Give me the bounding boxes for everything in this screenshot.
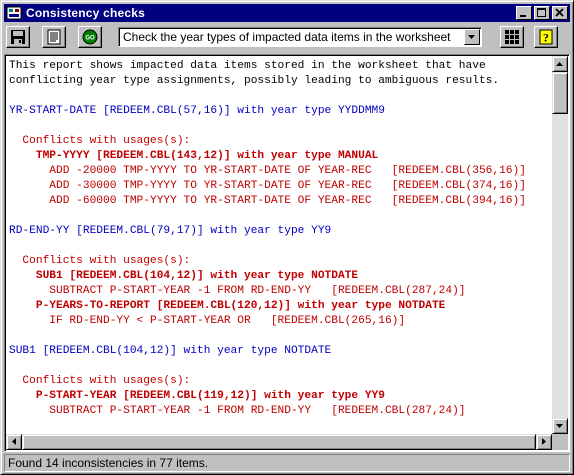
report-heading-line: YR-START-DATE [REDEEM.CBL(57,16)] with y…: [9, 105, 385, 117]
report-line: conflicting year type assignments, possi…: [9, 75, 500, 87]
check-type-selected: Check the year types of impacted data it…: [123, 30, 451, 44]
close-icon: [555, 8, 564, 17]
save-icon: [11, 30, 25, 44]
report-line: [9, 119, 549, 134]
print-button[interactable]: [42, 26, 66, 48]
report-conflict-line: ADD -60000 TMP-YYYY TO YR-START-DATE OF …: [9, 195, 526, 207]
report-conflict-line: Conflicts with usages(s):: [9, 135, 191, 147]
arrow-left-icon: [12, 438, 16, 445]
report-conflict-line: ADD -30000 TMP-YYYY TO YR-START-DATE OF …: [9, 180, 526, 192]
grid-icon: [505, 30, 519, 44]
save-button[interactable]: [6, 26, 30, 48]
print-icon: [47, 29, 61, 45]
maximize-button[interactable]: [534, 6, 550, 20]
help-button[interactable]: ?: [534, 26, 558, 48]
report-conflict-line: IF RD-END-YY < P-START-YEAR OR [REDEEM.C…: [9, 315, 406, 327]
help-icon: ?: [539, 29, 553, 45]
arrow-down-icon: [556, 424, 563, 428]
status-text: Found 14 inconsistencies in 77 items.: [8, 456, 209, 470]
report-conflict-line: P-YEARS-TO-REPORT [REDEEM.CBL(120,12)] w…: [9, 300, 446, 312]
go-icon: GO: [82, 29, 98, 45]
vertical-scroll-thumb[interactable]: [552, 72, 568, 114]
vertical-scrollbar[interactable]: [552, 56, 568, 434]
report-line: [9, 239, 549, 254]
horizontal-scroll-thumb[interactable]: [22, 434, 536, 450]
window-title: Consistency checks: [26, 6, 145, 20]
status-bar: Found 14 inconsistencies in 77 items.: [4, 454, 570, 472]
report-line: [9, 89, 549, 104]
scroll-right-button[interactable]: [536, 434, 552, 450]
report-line: [9, 329, 549, 344]
toolbar: GO Check the year types of impacted data…: [4, 24, 570, 52]
report-heading-line: SUB1 [REDEEM.CBL(104,12)] with year type…: [9, 345, 332, 357]
title-bar[interactable]: Consistency checks: [4, 4, 570, 22]
report-line: [9, 359, 549, 374]
app-icon: [6, 6, 22, 20]
report-heading-line: RD-END-YY [REDEEM.CBL(79,17)] with year …: [9, 225, 332, 237]
report-conflict-line: ADD -20000 TMP-YYYY TO YR-START-DATE OF …: [9, 165, 526, 177]
grid-view-button[interactable]: [500, 26, 524, 48]
arrow-up-icon: [556, 62, 563, 66]
arrow-right-icon: [542, 438, 546, 445]
dropdown-button[interactable]: [464, 29, 480, 45]
report-panel: This report shows impacted data items st…: [4, 54, 570, 452]
report-conflict-line: SUBTRACT P-START-YEAR -1 FROM RD-END-YY …: [9, 405, 466, 417]
scroll-up-button[interactable]: [552, 56, 568, 72]
help-label: ?: [543, 31, 549, 45]
minimize-icon: [520, 15, 526, 17]
horizontal-scrollbar[interactable]: [6, 434, 552, 450]
go-button[interactable]: GO: [78, 26, 102, 48]
scrollbar-corner: [552, 434, 568, 450]
report-line: [9, 209, 549, 224]
scroll-down-button[interactable]: [552, 418, 568, 434]
report-conflict-line: Conflicts with usages(s):: [9, 375, 191, 387]
report-conflict-line: TMP-YYYY [REDEEM.CBL(143,12)] with year …: [9, 150, 379, 162]
report-line: This report shows impacted data items st…: [9, 60, 486, 72]
report-conflict-line: SUBTRACT P-START-YEAR -1 FROM RD-END-YY …: [9, 285, 466, 297]
minimize-button[interactable]: [516, 6, 532, 20]
report-conflict-line: P-START-YEAR [REDEEM.CBL(119,12)] with y…: [9, 390, 385, 402]
close-button[interactable]: [552, 6, 568, 20]
report-conflict-line: Conflicts with usages(s):: [9, 255, 191, 267]
consistency-checks-window: Consistency checks GO Check the year typ…: [0, 0, 574, 475]
maximize-icon: [537, 8, 546, 17]
report-conflict-line: SUB1 [REDEEM.CBL(104,12)] with year type…: [9, 270, 359, 282]
chevron-down-icon: [468, 35, 475, 39]
go-label: GO: [85, 36, 95, 42]
check-type-select[interactable]: Check the year types of impacted data it…: [118, 27, 482, 47]
scroll-left-button[interactable]: [6, 434, 22, 450]
report-text: This report shows impacted data items st…: [9, 59, 549, 431]
